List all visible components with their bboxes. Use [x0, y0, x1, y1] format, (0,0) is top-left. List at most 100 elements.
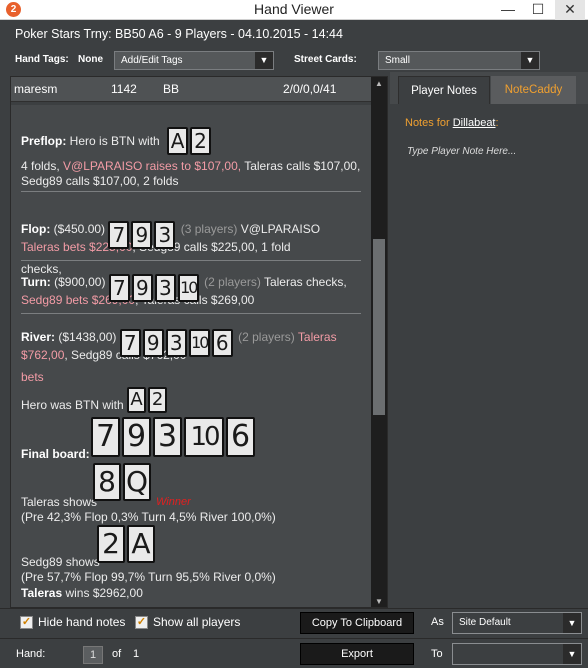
- player-number: 1142: [111, 82, 137, 96]
- sedg-showdown: Sedg89 shows 2A (Pre 57,7% Flop 99,7% Tu…: [21, 525, 361, 584]
- winner-summary: Taleras wins $2962,00: [21, 586, 361, 601]
- taleras-equity: (Pre 42,3% Flop 0,3% Turn 4,5% River 100…: [21, 510, 276, 524]
- title-bar: 2 Hand Viewer — ☐ ✕: [0, 0, 588, 20]
- preflop-cards: A2: [167, 127, 213, 155]
- turn-action: Taleras checks,: [260, 275, 347, 289]
- street-cards-label: Street Cards:: [294, 54, 357, 65]
- export-target-dropdown[interactable]: ▼: [452, 643, 582, 665]
- winner-amount: wins $2962,00: [62, 586, 143, 600]
- card: 9: [131, 221, 153, 249]
- turn-cards: 7 9 3 10: [108, 274, 204, 302]
- card: A: [167, 127, 189, 155]
- taleras-shows-label: Taleras shows: [21, 495, 98, 509]
- hand-number-input[interactable]: 1: [83, 646, 103, 664]
- card: 6: [211, 329, 233, 357]
- winner-name: Taleras: [21, 586, 63, 600]
- scrollbar-thumb[interactable]: [373, 239, 385, 415]
- preflop-line1-b: Taleras calls $107,00,: [241, 159, 361, 173]
- river-players: (2 players): [238, 330, 295, 344]
- tab-notecaddy[interactable]: NoteCaddy: [491, 76, 576, 104]
- taleras-cards: 8Q: [93, 463, 153, 501]
- close-button[interactable]: ✕: [555, 0, 585, 20]
- hand-history-pane: maresm 1142 BB 2/0/0,0/41 Preflop: Hero …: [10, 76, 388, 608]
- river-label: River:: [21, 330, 56, 344]
- maximize-button[interactable]: ☐: [523, 0, 553, 20]
- hand-viewer-window: 2 Hand Viewer — ☐ ✕ Poker Stars Trny: BB…: [0, 0, 588, 668]
- river-pot: ($1438,00): [55, 330, 117, 344]
- flop-players: (3 players): [180, 222, 238, 236]
- turn-pot: ($900,00): [50, 275, 106, 289]
- card: 7: [108, 221, 130, 249]
- card: 3: [154, 221, 176, 249]
- winner-badge: Winner: [156, 496, 191, 508]
- hand-tags-label: Hand Tags:: [15, 54, 69, 65]
- card: 7: [119, 329, 141, 357]
- to-label: To: [431, 648, 443, 660]
- card: 7: [108, 274, 130, 302]
- show-all-players-checkbox[interactable]: ✓: [135, 616, 148, 629]
- card: 9: [122, 417, 151, 457]
- card: A: [127, 387, 147, 413]
- sedg-shows-label: Sedg89 shows: [21, 555, 100, 569]
- player-notes-panel: Notes for Dillabeat: Type Player Note He…: [390, 104, 588, 608]
- format-value: Site Default: [459, 617, 511, 628]
- add-edit-tags-label: Add/Edit Tags: [121, 55, 183, 66]
- street-cards-value: Small: [385, 55, 411, 66]
- card: 10: [177, 274, 199, 302]
- sedg-equity: (Pre 57,7% Flop 99,7% Turn 95,5% River 0…: [21, 570, 276, 584]
- card: 3: [165, 329, 187, 357]
- tab-player-notes[interactable]: Player Notes: [398, 76, 490, 104]
- turn-label: Turn:: [21, 275, 51, 289]
- card: 10: [184, 417, 224, 457]
- hand-content: Preflop: Hero is BTN with A2 4 folds, V@…: [11, 105, 373, 607]
- hero-summary: Hero was BTN with A2: [21, 387, 361, 413]
- notes-pane: Player Notes NoteCaddy Notes for Dillabe…: [390, 72, 588, 608]
- hand-tags-value: None: [78, 54, 103, 65]
- final-board-cards: 7 9 3 10 6: [91, 417, 257, 457]
- vertical-scrollbar[interactable]: ▲ ▼: [371, 77, 387, 607]
- street-cards-dropdown[interactable]: Small ▼: [378, 51, 540, 70]
- chevron-down-icon: ▼: [563, 613, 581, 633]
- card: 7: [91, 417, 120, 457]
- hide-hand-notes-checkbox[interactable]: ✓: [20, 616, 33, 629]
- divider: [21, 260, 361, 261]
- sedg-cards: 2A: [97, 525, 157, 563]
- card: 9: [142, 329, 164, 357]
- divider: [21, 191, 361, 192]
- navigation-bar: Hand: 1 of 1 Export To ▼: [0, 638, 588, 668]
- copy-to-clipboard-button[interactable]: Copy To Clipboard: [300, 612, 414, 634]
- hand-total: 1: [133, 648, 140, 660]
- hide-hand-notes-label: Hide hand notes: [38, 615, 126, 629]
- add-edit-tags-dropdown[interactable]: Add/Edit Tags ▼: [114, 51, 274, 70]
- hero-cards: A2: [127, 387, 169, 413]
- notes-player-link[interactable]: Dillabeat: [453, 117, 496, 129]
- flop-pot: ($450.00): [50, 222, 106, 236]
- preflop-line1-a: 4 folds,: [21, 159, 64, 173]
- card: 6: [226, 417, 255, 457]
- show-all-players-label: Show all players: [153, 615, 241, 629]
- options-bar: ✓ Hide hand notes ✓ Show all players Cop…: [0, 608, 588, 636]
- minimize-button[interactable]: —: [493, 0, 523, 20]
- notes-for-colon: :: [495, 117, 499, 129]
- scroll-down-icon[interactable]: ▼: [371, 595, 387, 607]
- card: 3: [154, 274, 176, 302]
- export-button[interactable]: Export: [300, 643, 414, 665]
- chevron-down-icon: ▼: [255, 52, 273, 69]
- of-label: of: [112, 648, 122, 660]
- player-row[interactable]: maresm 1142 BB 2/0/0,0/41: [11, 77, 371, 102]
- preflop-line2: Sedg89 calls $107,00, 2 folds: [21, 174, 179, 188]
- hand-label: Hand:: [16, 648, 46, 660]
- format-dropdown[interactable]: Site Default ▼: [452, 612, 582, 634]
- card: 2: [190, 127, 212, 155]
- scroll-up-icon[interactable]: ▲: [371, 77, 387, 91]
- player-note-input[interactable]: Type Player Note Here...: [407, 146, 516, 157]
- river-bet-amount: $762,00: [21, 348, 65, 362]
- final-board-label: Final board:: [21, 447, 90, 461]
- turn-players: (2 players): [204, 275, 261, 289]
- preflop-label: Preflop:: [21, 134, 67, 148]
- taleras-showdown: Taleras shows 8Q Winner (Pre 42,3% Flop …: [21, 463, 361, 524]
- card: A: [127, 525, 155, 563]
- tag-bar: Hand Tags: None Add/Edit Tags ▼ Street C…: [0, 48, 588, 72]
- card: Q: [123, 463, 151, 501]
- turn-section: Turn: ($900,00) 7 9 3 10 (2 players) Talera…: [21, 262, 361, 308]
